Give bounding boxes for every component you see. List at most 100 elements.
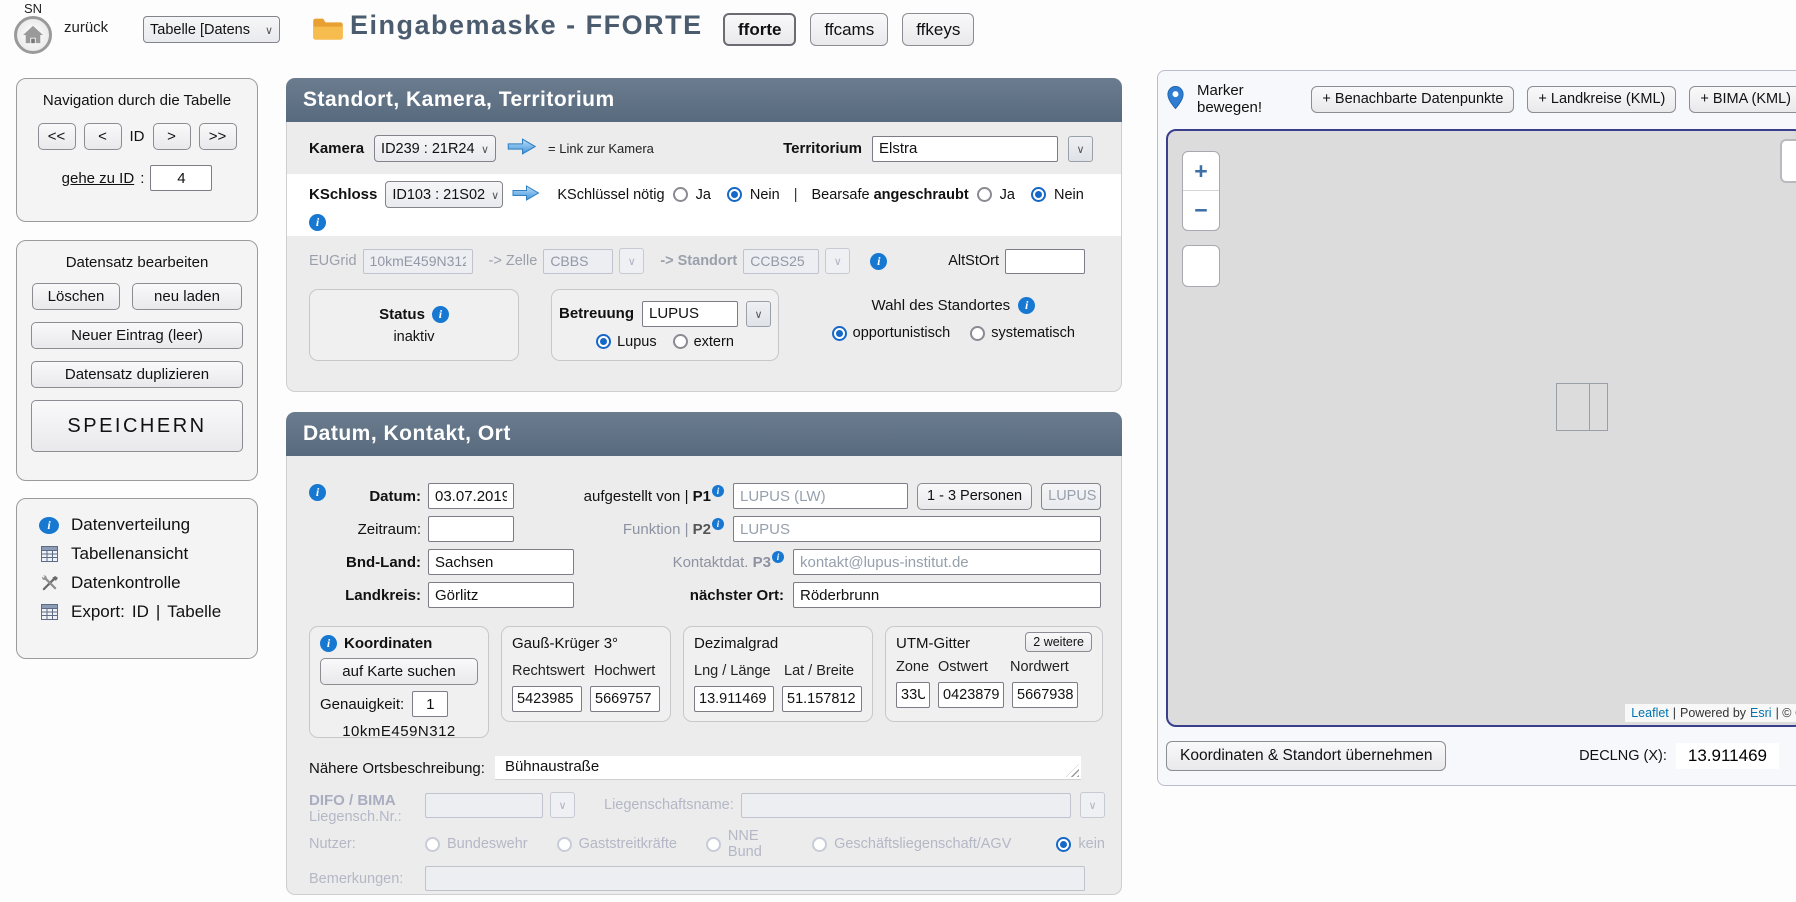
territorium-input[interactable]: [872, 136, 1058, 162]
info-icon[interactable]: i: [712, 485, 724, 497]
kschloss-link-arrow-icon[interactable]: [511, 184, 541, 206]
bearsafe-nein-label: Nein: [1054, 187, 1084, 203]
kschluessel-nein-radio[interactable]: [727, 187, 742, 202]
territorium-dropdown-button[interactable]: [1068, 136, 1093, 162]
naechster-ort-input[interactable]: [793, 582, 1101, 608]
lng-input[interactable]: [694, 686, 774, 712]
datum-input[interactable]: [428, 483, 514, 509]
map-canvas[interactable]: + − Leaflet | Powered by Esri | © C: [1166, 129, 1796, 727]
new-entry-button[interactable]: Neuer Eintrag (leer): [31, 322, 243, 349]
more-coords-button[interactable]: 2 weitere: [1025, 632, 1092, 652]
liegensch-nr-dropdown-button: [550, 792, 575, 818]
back-link[interactable]: zurück: [64, 19, 108, 36]
esri-link[interactable]: Esri: [1750, 706, 1772, 720]
kamera-link-hint: = Link zur Kamera: [548, 141, 654, 156]
zoom-out-button[interactable]: −: [1183, 191, 1219, 230]
hochwert-input[interactable]: [590, 686, 660, 712]
kamera-select[interactable]: ID239 : 21R24: [374, 135, 496, 162]
liegenschaftsname-dropdown-button: [1080, 792, 1105, 818]
wahl-systematisch-radio[interactable]: [970, 326, 985, 341]
next-record-button[interactable]: >: [153, 123, 191, 150]
bearsafe-nein-radio[interactable]: [1031, 187, 1046, 202]
eugrid-input: [363, 249, 473, 274]
info-icon[interactable]: i: [309, 484, 326, 501]
betreuung-input[interactable]: [642, 301, 738, 327]
info-icon[interactable]: i: [712, 518, 724, 530]
app-tab-ffkeys[interactable]: ffkeys: [902, 13, 974, 46]
bima-kml-button[interactable]: + BIMA (KML): [1689, 86, 1796, 113]
duplicate-button[interactable]: Datensatz duplizieren: [31, 361, 243, 388]
nordwert-input[interactable]: [1012, 682, 1078, 708]
link-datenkontrolle[interactable]: Datenkontrolle: [71, 573, 181, 593]
ostwert-input[interactable]: [938, 682, 1004, 708]
koordinaten-label: Koordinaten: [344, 635, 432, 652]
zoom-in-button[interactable]: +: [1183, 152, 1219, 191]
info-icon[interactable]: i: [320, 635, 337, 652]
folder-icon: [312, 16, 344, 45]
export-id-link[interactable]: ID: [132, 602, 149, 622]
p2-input[interactable]: [733, 516, 1101, 542]
goto-id-input[interactable]: [150, 165, 212, 191]
nutzer-kein-radio[interactable]: [1056, 837, 1071, 852]
standort-label: -> Standort: [660, 253, 737, 269]
p3-input[interactable]: [793, 549, 1101, 575]
landkreise-kml-button[interactable]: + Landkreise (KML): [1527, 86, 1676, 113]
table-navigation-group: Navigation durch die Tabelle << < ID > >…: [16, 78, 258, 222]
nutzer-gaststreitkraefte-radio: [557, 837, 572, 852]
save-button[interactable]: SPEICHERN: [31, 400, 243, 452]
neighbor-points-button[interactable]: + Benachbarte Datenpunkte: [1311, 86, 1514, 113]
link-tabellenansicht[interactable]: Tabellenansicht: [71, 544, 188, 564]
bundesland-input[interactable]: [428, 549, 574, 575]
betreuung-lupus-radio[interactable]: [596, 334, 611, 349]
betreuung-dropdown-button[interactable]: [746, 301, 771, 327]
map-control-box[interactable]: [1182, 245, 1220, 287]
chevron-down-icon: [628, 253, 636, 269]
app-tab-ffcams[interactable]: ffcams: [810, 13, 888, 46]
ortsbeschreibung-textarea[interactable]: Bühnaustraße: [495, 756, 1081, 780]
zeitraum-input[interactable]: [428, 516, 514, 542]
table-select[interactable]: Tabelle [Datens: [143, 16, 280, 43]
home-icon[interactable]: [14, 16, 52, 54]
app-tab-fforte[interactable]: fforte: [723, 13, 796, 46]
rechtswert-input[interactable]: [512, 686, 582, 712]
resize-handle-icon[interactable]: [1066, 764, 1079, 777]
first-record-button[interactable]: <<: [38, 123, 76, 150]
info-icon[interactable]: i: [870, 253, 887, 270]
altstort-input[interactable]: [1005, 249, 1085, 274]
gauss-krueger-box: Gauß-Krüger 3° Rechtswert Hochwert: [501, 626, 671, 722]
p1-input[interactable]: [733, 483, 908, 509]
kschluessel-ja-radio[interactable]: [673, 187, 688, 202]
wahl-opportunistisch-radio[interactable]: [832, 326, 847, 341]
reload-button[interactable]: neu laden: [132, 283, 242, 310]
info-icon[interactable]: i: [432, 306, 449, 323]
home-button[interactable]: SN: [8, 1, 58, 55]
goto-id-link[interactable]: gehe zu ID: [62, 170, 135, 187]
betreuung-extern-radio[interactable]: [673, 334, 688, 349]
prev-record-button[interactable]: <: [84, 123, 122, 150]
lng-label: Lng / Länge: [694, 663, 774, 679]
leaflet-link[interactable]: Leaflet: [1631, 706, 1669, 720]
info-icon[interactable]: i: [772, 551, 784, 563]
bundesland-label: Bnd-Land:: [333, 554, 421, 571]
link-datenverteilung[interactable]: Datenverteilung: [71, 515, 190, 535]
personen-button[interactable]: 1 - 3 Personen: [917, 483, 1032, 510]
betreuung-box: Betreuung Lupus extern: [551, 289, 779, 361]
map-search-button[interactable]: auf Karte suchen: [320, 658, 478, 685]
delete-button[interactable]: Löschen: [32, 283, 120, 310]
info-icon: i: [39, 517, 59, 534]
p1-select[interactable]: LUPUS (LW: [1041, 483, 1101, 510]
info-icon[interactable]: i: [1018, 297, 1035, 314]
apply-coordinates-button[interactable]: Koordinaten & Standort übernehmen: [1166, 741, 1446, 771]
info-icon[interactable]: i: [309, 214, 326, 231]
genauigkeit-input[interactable]: [412, 691, 448, 717]
last-record-button[interactable]: >>: [199, 123, 237, 150]
camera-link-arrow-icon[interactable]: [506, 137, 538, 160]
gk-title: Gauß-Krüger 3°: [512, 635, 660, 652]
zone-input[interactable]: [896, 682, 930, 708]
kschloss-select[interactable]: ID103 : 21S02: [385, 181, 503, 208]
landkreis-input[interactable]: [428, 582, 574, 608]
export-table-link[interactable]: Tabelle: [167, 602, 221, 622]
lat-input[interactable]: [782, 686, 862, 712]
bearsafe-ja-radio[interactable]: [977, 187, 992, 202]
map-layers-control[interactable]: [1780, 139, 1796, 183]
